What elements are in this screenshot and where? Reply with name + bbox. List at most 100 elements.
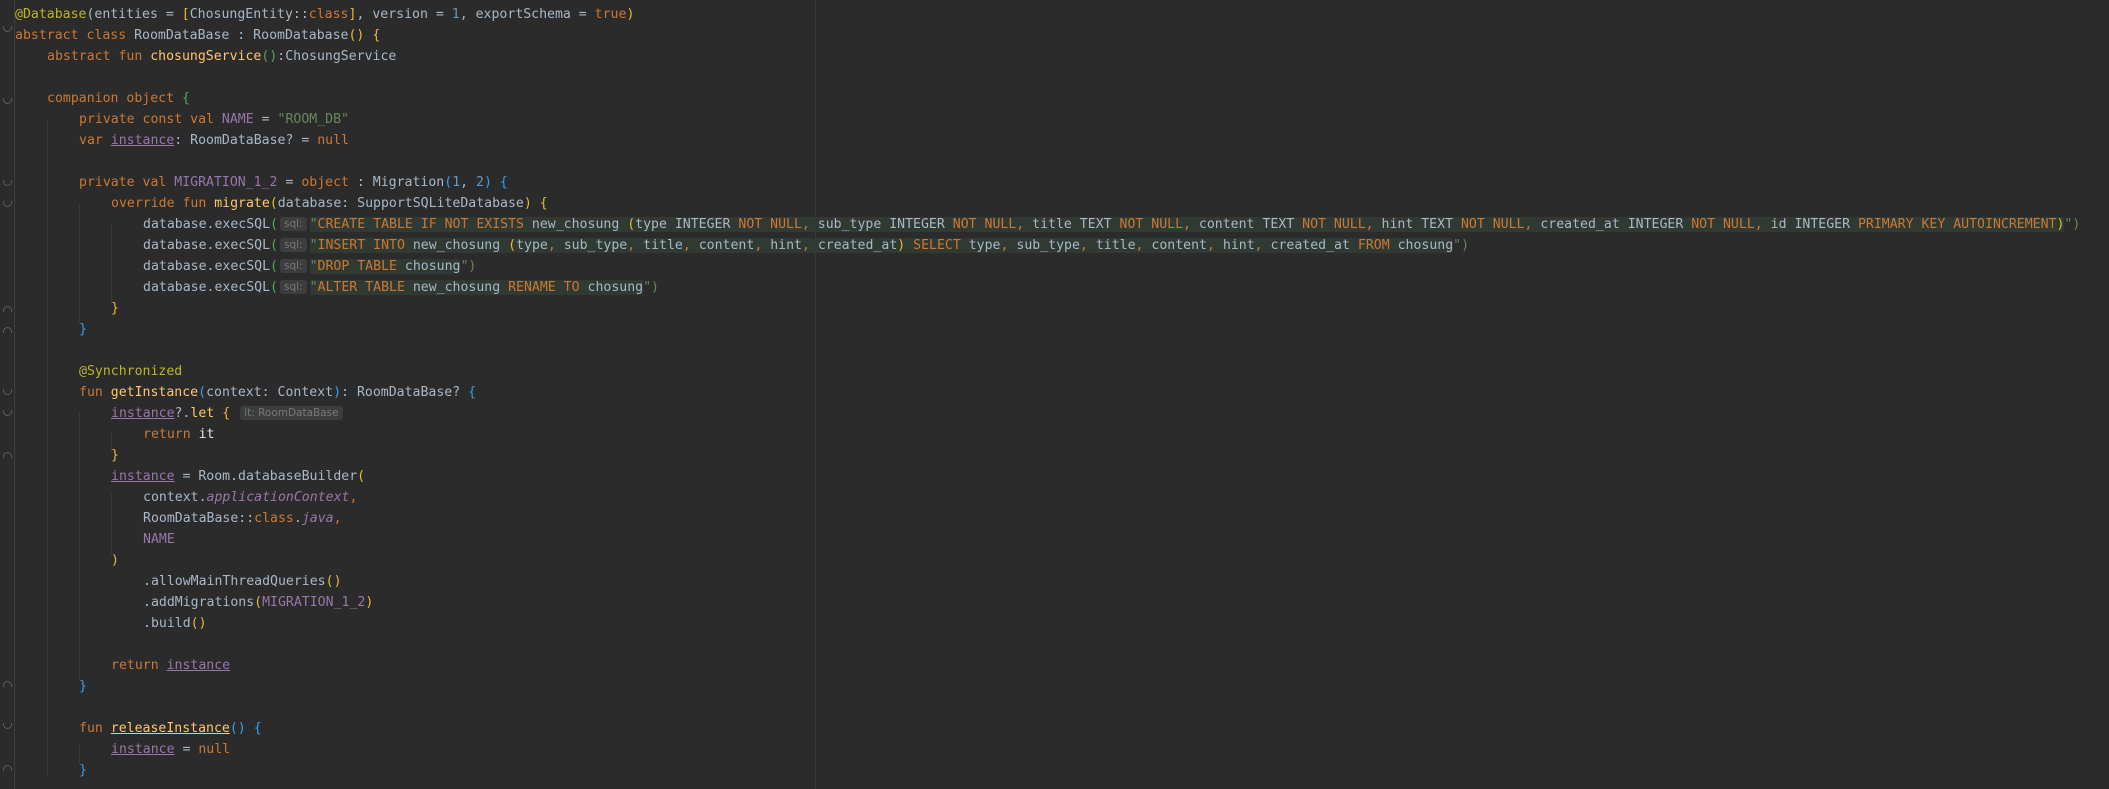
bracket: () xyxy=(229,721,246,736)
fold-marker-icon[interactable] xyxy=(3,98,12,104)
bracket: { xyxy=(468,385,477,400)
fold-marker-icon[interactable] xyxy=(3,723,12,729)
code-line[interactable]: instance = null xyxy=(15,740,230,761)
code-line[interactable]: instance = Room.databaseBuilder( xyxy=(15,467,365,488)
fold-marker-icon[interactable] xyxy=(3,201,12,207)
fold-marker-icon[interactable] xyxy=(3,410,12,416)
code-line[interactable]: fun releaseInstance() { xyxy=(15,719,262,740)
code-line[interactable]: private const val NAME = "ROOM_DB" xyxy=(15,110,349,131)
fold-marker-icon[interactable] xyxy=(3,180,12,186)
keyword: class xyxy=(308,7,349,22)
bracket: } xyxy=(111,448,119,463)
code-line[interactable]: RoomDataBase::class.java, xyxy=(15,509,342,530)
code-line[interactable]: } xyxy=(15,299,119,320)
code-line[interactable]: database.execSQL(sql: "ALTER TABLE new_ch… xyxy=(15,278,659,299)
bracket: () xyxy=(190,616,207,631)
bracket: () xyxy=(348,28,365,43)
code-line[interactable]: context.applicationContext, xyxy=(15,488,357,509)
code-line[interactable]: ) xyxy=(15,551,119,572)
code-line[interactable]: fun getInstance(context: Context): RoomD… xyxy=(15,383,476,404)
keyword: , xyxy=(349,490,358,505)
sql-keyword: , xyxy=(547,238,564,253)
code-line[interactable]: companion object { xyxy=(15,89,190,110)
code-text: it xyxy=(198,427,215,442)
sql-keyword: RENAME TO xyxy=(508,280,580,295)
bracket: ) xyxy=(111,553,119,568)
code-line[interactable]: abstract fun chosungService():ChosungSer… xyxy=(15,47,396,68)
code-line[interactable]: } xyxy=(15,320,87,341)
fold-marker-icon[interactable] xyxy=(3,306,12,312)
sql-text: content xyxy=(698,238,755,253)
code-text: database.execSQL xyxy=(143,238,271,253)
sql-text: title xyxy=(1095,238,1136,253)
bracket: [ xyxy=(181,7,190,22)
fold-marker-icon[interactable] xyxy=(3,765,12,771)
sql-text: hint xyxy=(770,238,802,253)
code-line[interactable]: return instance xyxy=(15,656,230,677)
code-line[interactable]: } xyxy=(15,677,87,698)
code-text: : RoomDataBase? = xyxy=(174,133,318,148)
editor-gutter[interactable] xyxy=(0,0,15,789)
bracket: ) xyxy=(626,7,635,22)
keyword: abstract fun xyxy=(47,49,151,64)
bracket: () xyxy=(325,574,342,589)
code-line[interactable]: return it xyxy=(15,425,214,446)
code-line[interactable]: database.execSQL(sql: "DROP TABLE chosung… xyxy=(15,257,476,278)
sql-keyword: , xyxy=(682,238,699,253)
bracket: ) xyxy=(365,595,374,610)
code-text: = xyxy=(253,112,278,127)
fold-marker-icon[interactable] xyxy=(3,26,12,32)
keyword: object xyxy=(301,175,349,190)
fold-marker-icon[interactable] xyxy=(3,389,12,395)
code-text: database: SupportSQLiteDatabase xyxy=(277,196,524,211)
keyword: class xyxy=(254,511,294,526)
code-text: .allowMainThreadQueries xyxy=(143,574,326,589)
code-line[interactable]: .allowMainThreadQueries() xyxy=(15,572,342,593)
string-literal: ") xyxy=(643,280,659,295)
keyword: companion object xyxy=(47,91,182,106)
bracket: ( xyxy=(270,280,278,295)
code-text: context: Context xyxy=(206,385,334,400)
code-line[interactable]: override fun migrate(database: SupportSQ… xyxy=(15,194,548,215)
code-line[interactable]: .addMigrations(MIGRATION_1_2) xyxy=(15,593,373,614)
code-text: database.execSQL xyxy=(143,217,271,232)
code-line[interactable]: @Synchronized xyxy=(15,362,182,383)
sql-text: sub_type xyxy=(563,238,628,253)
function-name: chosungService xyxy=(150,49,262,64)
code-line[interactable]: var instance: RoomDataBase? = null xyxy=(15,131,349,152)
fold-marker-icon[interactable] xyxy=(3,327,12,333)
sql-keyword: NOT NULL, xyxy=(738,217,810,232)
code-line[interactable]: .build() xyxy=(15,614,207,635)
code-line[interactable]: instance?.let {it: RoomDataBase xyxy=(15,404,346,425)
keyword: private const val xyxy=(79,112,222,127)
code-line[interactable]: } xyxy=(15,761,87,782)
fold-marker-icon[interactable] xyxy=(3,452,12,458)
sql-text: created_at xyxy=(817,238,898,253)
code-text: ChosungEntity:: xyxy=(189,7,309,22)
bracket: ( xyxy=(444,175,453,190)
field-name: instance xyxy=(110,133,175,148)
fold-marker-icon[interactable] xyxy=(3,681,12,687)
code-line[interactable]: NAME xyxy=(15,530,175,551)
keyword: true xyxy=(594,7,627,22)
bracket: ( xyxy=(270,259,278,274)
sql-keyword: NOT NULL, xyxy=(1691,217,1763,232)
code-line[interactable]: } xyxy=(15,446,119,467)
string-literal: " xyxy=(309,238,318,253)
code-line[interactable]: private val MIGRATION_1_2 = object : Mig… xyxy=(15,173,508,194)
property-name: java xyxy=(301,511,334,526)
sql-text: sub_type INTEGER xyxy=(809,217,953,232)
bracket: { xyxy=(181,91,190,106)
sql-keyword: NOT NULL, xyxy=(1119,217,1191,232)
keyword: null xyxy=(317,133,349,148)
code-line[interactable]: abstract class RoomDataBase : RoomDataba… xyxy=(15,26,380,47)
code-line[interactable]: @Database(entities = [ChosungEntity::cla… xyxy=(15,5,634,26)
sql-keyword: , xyxy=(1135,238,1152,253)
string-literal: "ROOM_DB" xyxy=(277,112,349,127)
code-editor[interactable]: @Database(entities = [ChosungEntity::cla… xyxy=(0,0,2109,789)
constant: MIGRATION_1_2 xyxy=(174,175,278,190)
code-line[interactable]: database.execSQL(sql: "INSERT INTO new_ch… xyxy=(15,236,1469,257)
annotation: @Synchronized xyxy=(79,364,183,379)
code-line[interactable]: database.execSQL(sql: "CREATE TABLE IF NO… xyxy=(15,215,2080,236)
sql-text: content xyxy=(1151,238,1207,253)
